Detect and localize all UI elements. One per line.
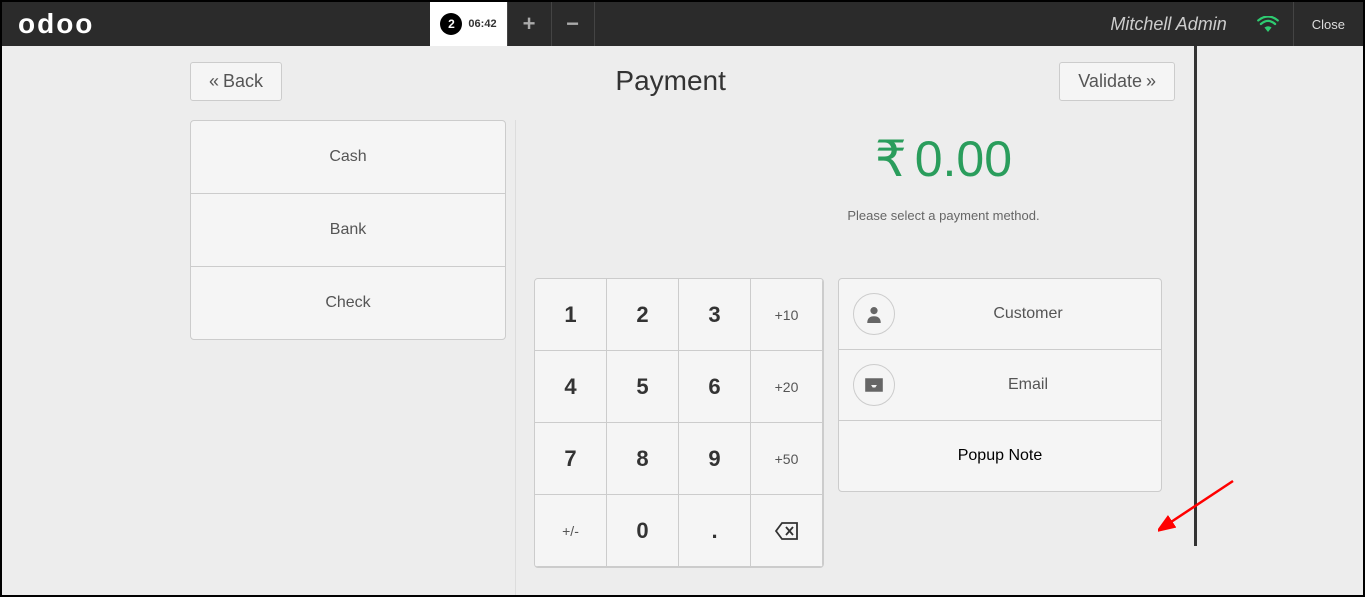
customer-label: Customer: [909, 305, 1147, 323]
email-button[interactable]: Email: [838, 349, 1162, 421]
payment-method-cash[interactable]: Cash: [190, 120, 506, 194]
numpad-8[interactable]: 8: [607, 423, 679, 495]
numpad-1[interactable]: 1: [535, 279, 607, 351]
new-order-button[interactable]: +: [507, 2, 551, 46]
payment-hint: Please select a payment method.: [524, 208, 1363, 223]
payment-method-label: Cash: [329, 148, 366, 166]
backspace-icon: [775, 521, 799, 541]
divider: [515, 120, 516, 597]
email-label: Email: [909, 376, 1147, 394]
user-icon: [853, 293, 895, 335]
numpad-backspace[interactable]: [751, 495, 823, 567]
numpad-dot[interactable]: .: [679, 495, 751, 567]
top-bar: odoo 2 06:42 + − Mitchell Admin Close: [2, 2, 1363, 46]
validate-label: Validate: [1078, 71, 1142, 92]
user-name[interactable]: Mitchell Admin: [1094, 14, 1242, 35]
order-time: 06:42: [468, 18, 496, 30]
payment-methods-list: Cash Bank Check: [190, 120, 506, 568]
payment-method-label: Bank: [330, 221, 366, 239]
numpad-4[interactable]: 4: [535, 351, 607, 423]
customer-button[interactable]: Customer: [838, 278, 1162, 350]
numpad-5[interactable]: 5: [607, 351, 679, 423]
payment-method-label: Check: [325, 294, 370, 312]
payment-method-check[interactable]: Check: [190, 266, 506, 340]
back-label: Back: [223, 71, 263, 92]
currency-symbol: ₹: [875, 130, 907, 188]
active-order-tab[interactable]: 2 06:42: [430, 2, 506, 46]
numpad-6[interactable]: 6: [679, 351, 751, 423]
chevron-left-icon: «: [209, 71, 219, 92]
numpad-plus10[interactable]: +10: [751, 279, 823, 351]
page-title: Payment: [615, 65, 726, 97]
amount-value: 0.00: [915, 130, 1012, 188]
popup-note-button[interactable]: Popup Note: [838, 420, 1162, 492]
numpad-0[interactable]: 0: [607, 495, 679, 567]
payment-method-bank[interactable]: Bank: [190, 193, 506, 267]
inbox-icon: [853, 364, 895, 406]
action-buttons: Customer Email: [838, 278, 1162, 568]
order-count-badge: 2: [440, 13, 462, 35]
odoo-logo: odoo: [2, 8, 110, 40]
remove-order-button[interactable]: −: [551, 2, 595, 46]
numpad-2[interactable]: 2: [607, 279, 679, 351]
numpad-7[interactable]: 7: [535, 423, 607, 495]
back-button[interactable]: « Back: [190, 62, 282, 101]
numpad-plus50[interactable]: +50: [751, 423, 823, 495]
numpad-9[interactable]: 9: [679, 423, 751, 495]
chevron-right-icon: »: [1146, 71, 1156, 92]
right-separator: [1194, 46, 1197, 546]
numpad-plus20[interactable]: +20: [751, 351, 823, 423]
validate-button[interactable]: Validate »: [1059, 62, 1175, 101]
popup-note-label: Popup Note: [853, 447, 1147, 465]
numpad-sign[interactable]: +/-: [535, 495, 607, 567]
close-button[interactable]: Close: [1293, 2, 1363, 46]
wifi-icon: [1243, 16, 1293, 32]
numpad-3[interactable]: 3: [679, 279, 751, 351]
numpad: 1 2 3 +10 4 5 6 +20 7 8 9 +50 +/- 0: [534, 278, 824, 568]
amount-display: ₹ 0.00: [875, 130, 1012, 188]
